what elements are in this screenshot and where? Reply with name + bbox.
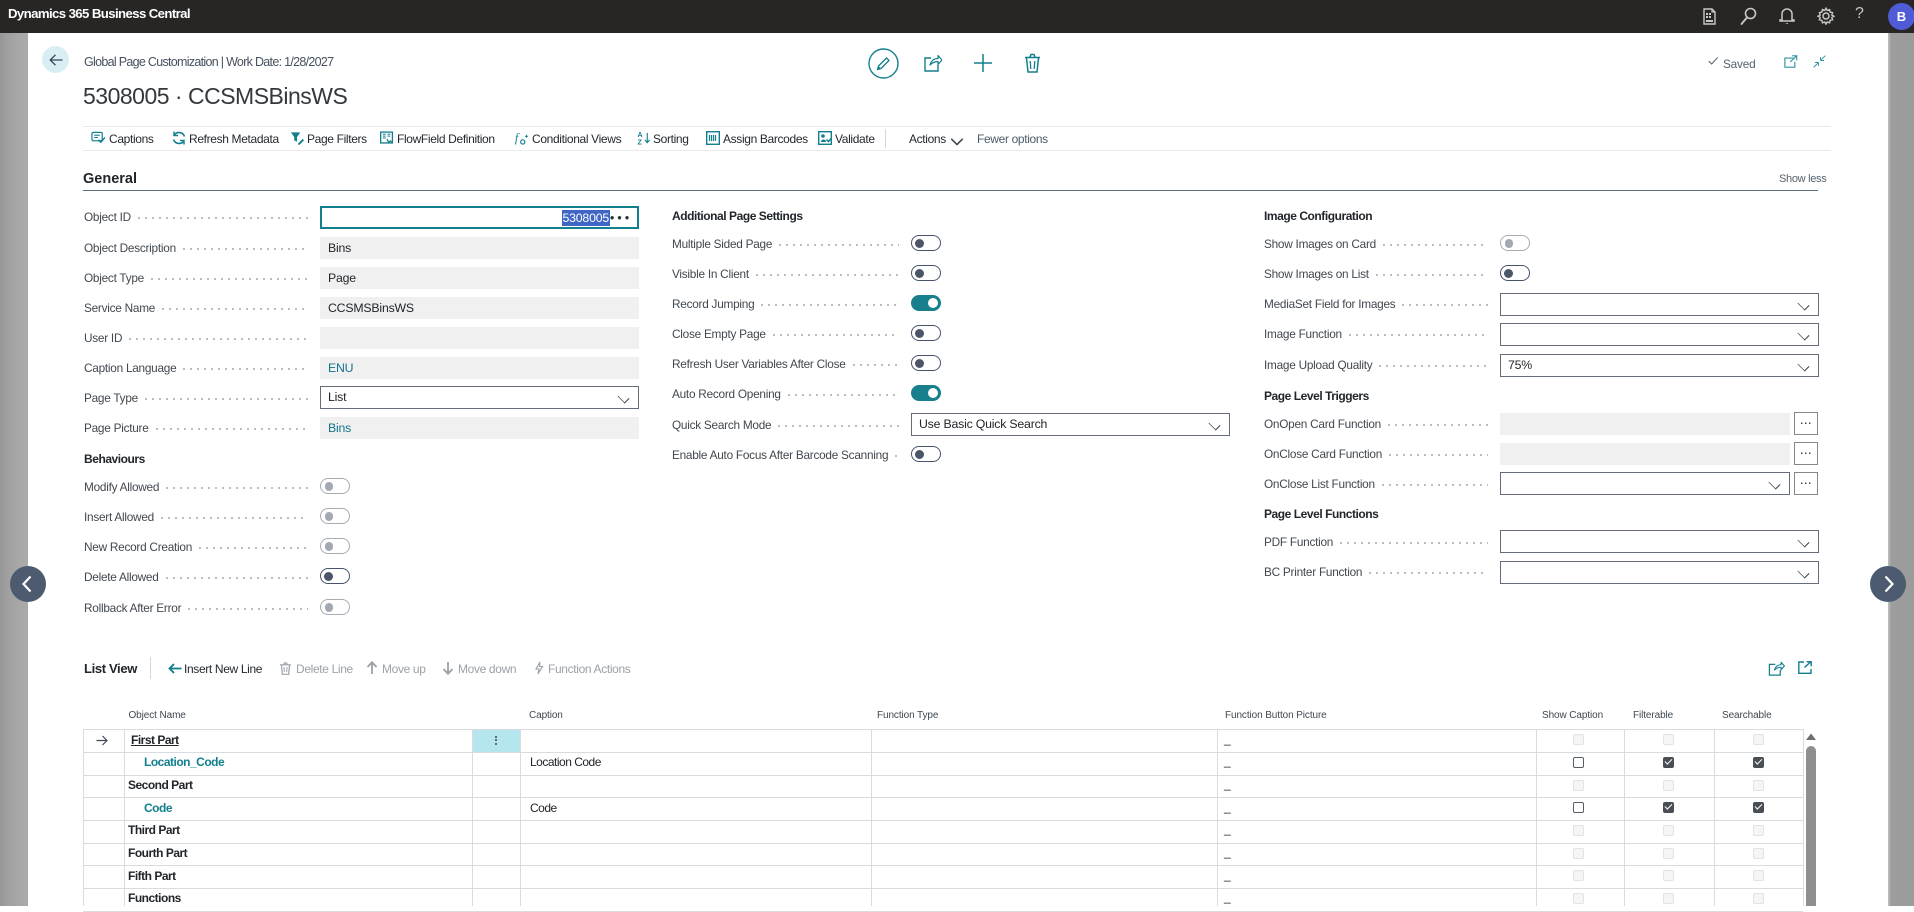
svg-text:A: A (637, 132, 642, 139)
svg-text:f: f (515, 131, 520, 145)
svg-text:Z: Z (637, 140, 642, 145)
